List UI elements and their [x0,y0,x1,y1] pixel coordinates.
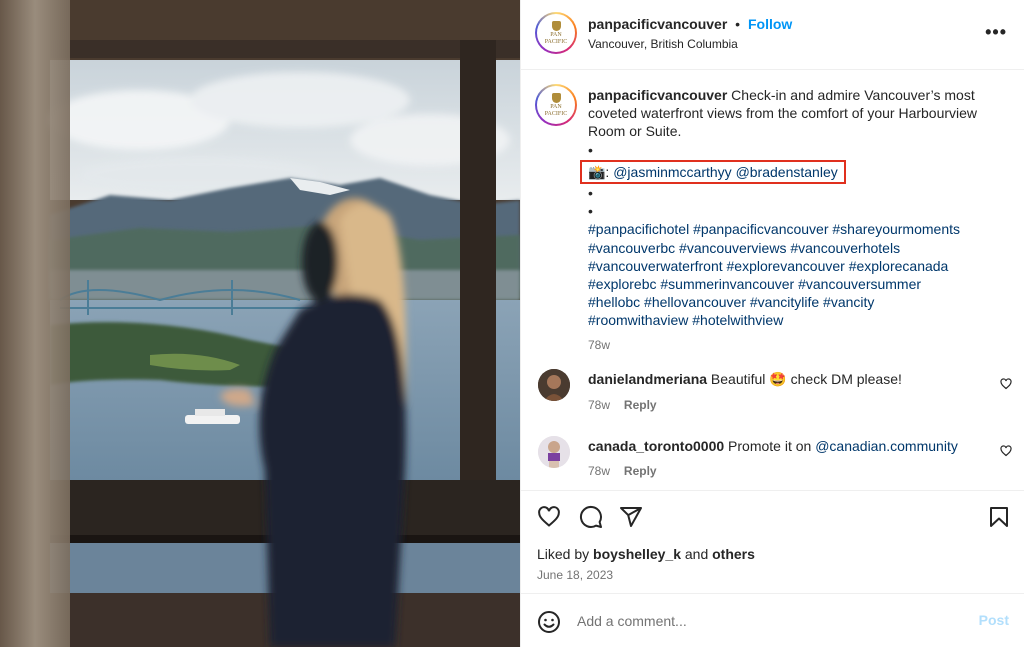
hashtag-line[interactable]: #hellobc #hellovancouver #vancitylife #v… [588,293,998,311]
comment-username[interactable]: canada_toronto0000 [588,438,724,454]
caption-username[interactable]: panpacificvancouver [588,87,727,103]
hashtag-line[interactable]: #panpacifichotel #panpacificvancouver #s… [588,220,998,238]
add-comment-bar: Post [521,593,1024,647]
liked-by-and: and [680,546,713,562]
caption-author-avatar[interactable]: PAN PACIFIC [535,84,577,126]
bookmark-icon[interactable] [987,505,1011,529]
comment-item: danielandmeriana Beautiful 🤩 check DM pl… [588,371,1008,412]
mention-link[interactable]: @bradenstanley [736,164,838,180]
mention-link[interactable]: @jasminmccarthyy [613,164,731,180]
comment-icon[interactable] [579,505,603,529]
post-location[interactable]: Vancouver, British Columbia [588,37,738,51]
avatar-photo [538,369,570,401]
camera-emoji-icon: 📸: [588,163,614,180]
caption-dot: • [588,141,593,158]
comment-text: Beautiful 🤩 check DM please! [707,371,902,387]
share-icon[interactable] [619,505,643,529]
post-actions-section: Liked by boyshelley_k and others June 18… [521,490,1024,647]
caption-timestamp[interactable]: 78w [588,336,998,354]
comment-username[interactable]: danielandmeriana [588,371,707,387]
pan-pacific-crest-icon [551,92,561,103]
author-username[interactable]: panpacificvancouver [588,16,727,32]
hashtag-line[interactable]: #roomwithaview #hotelwithview [588,311,998,329]
liked-by-others[interactable]: others [712,546,755,562]
photo-credit-highlight: 📸: @jasminmccarthyy @bradenstanley [580,159,846,185]
header-separator: • [735,16,741,32]
commenter-avatar[interactable] [538,436,570,468]
commenter-avatar[interactable] [538,369,570,401]
hashtag-line[interactable]: #explorebc #summerinvancouver #vancouver… [588,275,998,293]
post-date[interactable]: June 18, 2023 [537,568,613,582]
emoji-icon[interactable] [537,610,561,634]
comment-input[interactable] [577,610,957,632]
post-caption: panpacificvancouver Check-in and admire … [580,86,998,354]
brand-logo-text: PAN PACIFIC [544,31,568,45]
comment-timestamp[interactable]: 78w [588,398,610,412]
pan-pacific-crest-icon [551,20,561,31]
author-avatar[interactable]: PAN PACIFIC [535,12,577,54]
follow-button[interactable]: Follow [748,16,792,32]
caption-dot: • [588,203,593,220]
post-details-panel: PAN PACIFIC panpacificvancouver • Follow… [520,0,1024,647]
comment-text: Promote it on [724,438,816,454]
reply-button[interactable]: Reply [624,398,657,412]
hotel-window-view-image [0,0,520,647]
mention-link[interactable]: @canadian.community [815,438,958,454]
likes-summary: Liked by boyshelley_k and others [537,546,755,562]
post-photo[interactable] [0,0,520,647]
caption-dot: • [588,185,593,202]
like-comment-heart-icon[interactable] [1000,445,1012,457]
like-comment-heart-icon[interactable] [1000,378,1012,390]
avatar-photo [538,436,570,468]
liked-by-prefix: Liked by [537,546,594,562]
post-header: PAN PACIFIC panpacificvancouver • Follow… [521,0,1024,70]
reply-button[interactable]: Reply [624,464,657,478]
heart-icon[interactable] [537,505,561,529]
brand-logo-text: PAN PACIFIC [544,103,568,117]
post-comment-button[interactable]: Post [979,612,1009,628]
hashtag-line[interactable]: #vancouverbc #vancouverviews #vancouverh… [588,239,998,257]
more-options-icon[interactable]: ••• [985,22,1007,43]
instagram-post-view: PAN PACIFIC panpacificvancouver • Follow… [0,0,1024,647]
comment-timestamp[interactable]: 78w [588,464,610,478]
hashtag-line[interactable]: #vancouverwaterfront #explorevancouver #… [588,257,998,275]
comment-item: canada_toronto0000 Promote it on @canadi… [588,438,1008,478]
liked-by-user[interactable]: boyshelley_k [593,546,681,562]
